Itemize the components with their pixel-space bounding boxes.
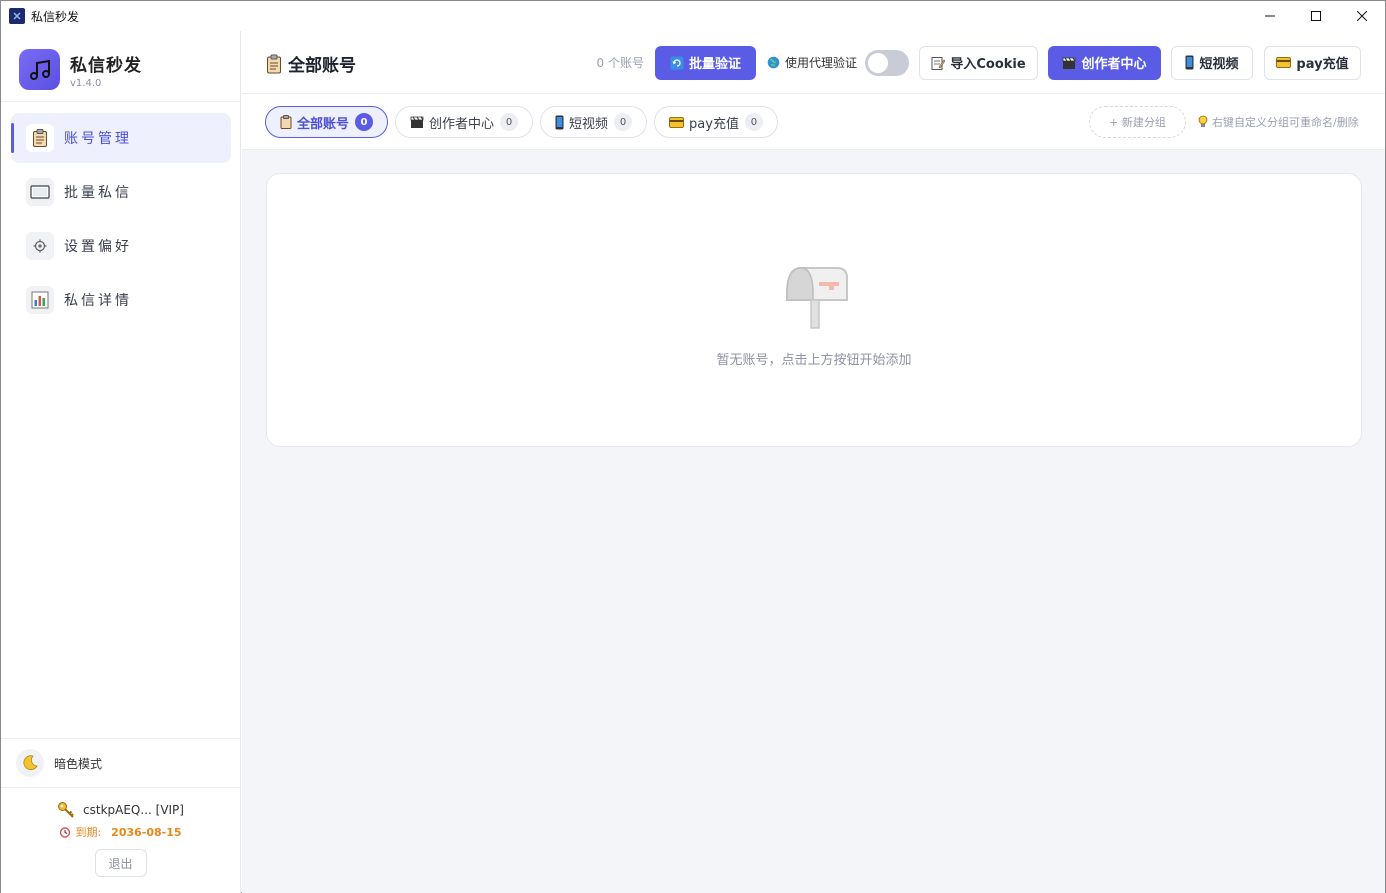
music-note-icon	[19, 49, 60, 90]
expire-date: 2036-08-15	[111, 825, 182, 839]
account-count: 0 个账号	[596, 56, 644, 70]
dark-mode-label: 暗色模式	[54, 756, 103, 771]
tab-label: pay充值	[689, 116, 739, 132]
logout-button[interactable]: 退出	[94, 849, 147, 877]
import-cookie-button[interactable]: 导入Cookie	[919, 45, 1038, 80]
page-title-text: 全部账号	[288, 56, 356, 76]
creator-center-label: 创作者中心	[1081, 57, 1147, 72]
dark-mode-toggle[interactable]: 暗色模式	[1, 738, 240, 788]
group-tabs-bar: 全部账号 0 创作者中心 0 短视频 0 pay充值 0 + 新建分组 右键自定…	[242, 94, 1385, 150]
empty-message: 暂无账号，点击上方按钮开始添加	[716, 353, 912, 368]
user-info: cstkpAEQ... [VIP] 到期: 2036-08-15 退出	[1, 799, 240, 877]
proxy-toggle[interactable]	[865, 49, 909, 76]
tab-count-badge: 0	[500, 113, 519, 131]
close-button[interactable]	[1339, 1, 1385, 31]
sidebar-item-label: 批量私信	[64, 185, 132, 201]
page-title: 全部账号	[266, 51, 356, 76]
brand-version: v1.4.0	[70, 77, 102, 89]
tab-label: 全部账号	[297, 116, 350, 132]
batch-verify-button[interactable]: 批量验证	[654, 45, 756, 80]
minimize-icon	[1265, 15, 1275, 17]
proxy-label: 使用代理验证	[784, 56, 857, 70]
account-list-empty: 暂无账号，点击上方按钮开始添加	[266, 173, 1362, 447]
sidebar-item-settings[interactable]: 设置偏好	[11, 221, 231, 271]
import-cookie-label: 导入Cookie	[950, 57, 1026, 72]
expire-info: 到期: 2036-08-15	[1, 821, 240, 843]
brand-name: 私信秒发	[70, 55, 142, 76]
sidebar-nav: 账号管理 批量私信 设置偏好 私信详情	[11, 113, 231, 329]
phone-icon	[555, 115, 564, 130]
expire-label: 到期:	[75, 826, 102, 839]
sidebar: 私信秒发 v1.4.0 账号管理 批量私信 设置偏好 私信详情 暗色模式 cst…	[1, 31, 241, 893]
user-account: cstkpAEQ... [VIP]	[1, 799, 240, 821]
creator-center-button[interactable]: 创作者中心	[1048, 45, 1161, 80]
clapper-icon	[410, 115, 424, 129]
pay-button[interactable]: pay充值	[1264, 45, 1361, 80]
card-icon	[669, 116, 685, 128]
mailbox-icon	[779, 264, 849, 334]
brand: 私信秒发 v1.4.0	[19, 49, 142, 90]
sidebar-item-batch-message[interactable]: 批量私信	[11, 167, 231, 217]
short-video-label: 短视频	[1199, 57, 1239, 72]
proxy-verify: 使用代理验证	[767, 49, 909, 76]
clipboard-icon	[280, 115, 292, 129]
sidebar-item-label: 账号管理	[64, 131, 132, 147]
refresh-icon	[670, 56, 684, 70]
group-hint-text: 右键自定义分组可重命名/删除	[1212, 116, 1359, 129]
group-hint: 右键自定义分组可重命名/删除	[1198, 114, 1359, 130]
tab-all-accounts[interactable]: 全部账号 0	[265, 106, 389, 138]
minimize-button[interactable]	[1247, 1, 1293, 31]
pay-label: pay充值	[1296, 57, 1349, 72]
title-bar: 私信秒发	[1, 1, 1385, 31]
card-icon	[1276, 57, 1292, 68]
short-video-button[interactable]: 短视频	[1171, 45, 1253, 80]
clipboard-icon	[266, 54, 282, 74]
globe-icon	[767, 56, 780, 69]
sidebar-item-message-details[interactable]: 私信详情	[11, 275, 231, 325]
tab-creator-center[interactable]: 创作者中心 0	[395, 106, 534, 138]
alarm-clock-icon	[59, 826, 71, 838]
maximize-button[interactable]	[1293, 1, 1339, 31]
close-icon	[1357, 11, 1367, 21]
header: 全部账号 0 个账号 批量验证 使用代理验证 导入Cookie 创作者中心 短视…	[242, 31, 1385, 94]
phone-icon	[1185, 55, 1194, 70]
divider	[1, 101, 240, 102]
clipboard-icon	[26, 124, 54, 152]
moon-icon	[16, 749, 44, 777]
new-group-button[interactable]: + 新建分组	[1089, 106, 1186, 138]
tab-short-video[interactable]: 短视频 0	[540, 106, 648, 138]
maximize-icon	[1311, 11, 1321, 21]
message-card-icon	[26, 178, 54, 206]
lightbulb-icon	[1198, 115, 1208, 129]
sidebar-item-account-management[interactable]: 账号管理	[11, 113, 231, 163]
sidebar-item-label: 设置偏好	[64, 239, 132, 255]
sidebar-item-label: 私信详情	[64, 293, 132, 309]
app-icon	[9, 8, 25, 24]
batch-verify-label: 批量验证	[688, 57, 741, 72]
user-account-text: cstkpAEQ... [VIP]	[83, 803, 184, 817]
tab-count-badge: 0	[744, 113, 763, 131]
memo-icon	[931, 56, 946, 70]
tab-pay[interactable]: pay充值 0	[654, 106, 778, 138]
key-icon	[57, 801, 75, 819]
tab-count-badge: 0	[614, 113, 633, 131]
bar-chart-icon	[26, 286, 54, 314]
toggle-knob	[868, 52, 888, 73]
clapper-icon	[1062, 56, 1076, 70]
tab-label: 短视频	[569, 116, 609, 132]
tab-count-badge: 0	[355, 113, 374, 131]
gear-icon	[26, 232, 54, 260]
window-title: 私信秒发	[31, 9, 80, 24]
tab-label: 创作者中心	[429, 116, 495, 132]
main-content: 全部账号 0 个账号 批量验证 使用代理验证 导入Cookie 创作者中心 短视…	[242, 31, 1385, 893]
